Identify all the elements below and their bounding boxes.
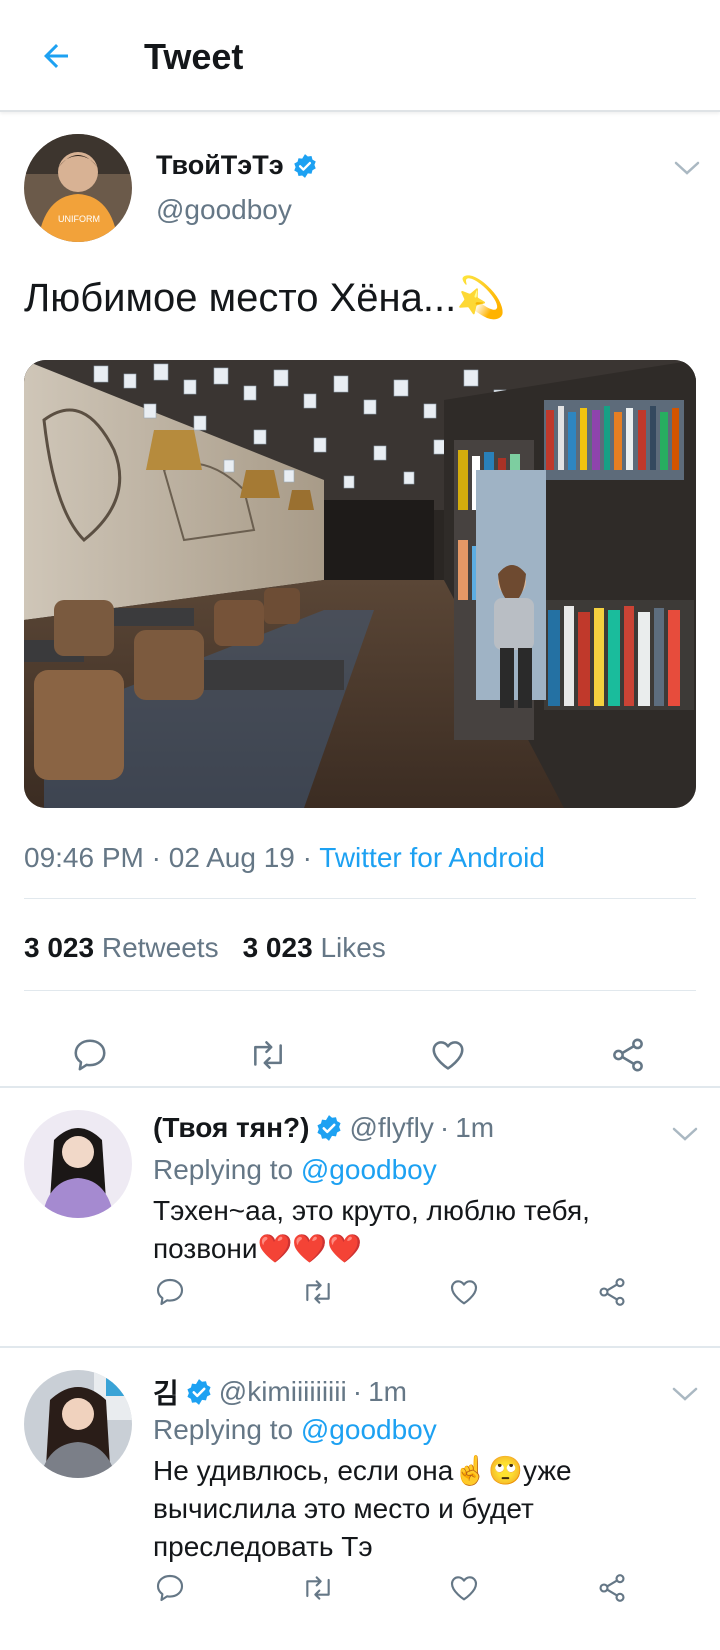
reply-author-name[interactable]: 김 [153,1372,179,1412]
chevron-down-icon[interactable] [670,1124,700,1144]
reply-avatar[interactable] [24,1370,132,1478]
divider [24,990,696,991]
reply-actions [0,1560,720,1616]
comment-icon [74,1039,106,1071]
share-button[interactable] [598,1020,658,1090]
reply-text: Не удивлюсь, если она☝️🙄уже вычислила эт… [153,1455,572,1562]
tweet-time: 09:46 PM [24,842,144,873]
share-icon [613,1038,643,1072]
reply-header: 김 @kimiiiiiiiii · 1m [153,1372,407,1412]
tweet-stats: 3 023 Retweets 3 023 Likes [24,932,386,964]
tweet-text: Любимое место Хёна...💫 [24,276,506,320]
reply-avatar[interactable] [24,1110,132,1218]
retweet-icon [254,1041,282,1069]
meta-separator: · [151,842,169,873]
heart-icon [432,1041,464,1070]
heart-icon [450,1576,478,1601]
meta-separator: · [352,1376,363,1407]
verified-badge-icon [293,153,316,178]
page-title: Tweet [144,36,244,77]
reply-time: 1m [368,1376,407,1407]
arrow-left-icon [44,44,68,68]
chevron-down-icon[interactable] [672,158,702,178]
share-icon [599,1278,625,1306]
author-handle[interactable]: @goodboy [156,194,292,226]
chevron-down-icon[interactable] [670,1384,700,1404]
heart-icon [450,1280,478,1305]
share-icon [599,1574,625,1602]
top-app-bar: Tweet [0,0,720,112]
retweet-icon [306,1280,330,1304]
mention-link[interactable]: @goodboy [301,1414,437,1445]
retweet-button[interactable] [238,1020,298,1090]
tweet-photo[interactable] [24,360,696,808]
retweets-stat[interactable]: 3 023 Retweets [24,932,219,964]
verified-badge-icon [187,1379,211,1405]
reply-time: 1m [455,1112,495,1143]
meta-separator: · [439,1112,450,1143]
back-button[interactable] [34,34,78,78]
comment-icon [156,1278,184,1306]
reply-author-name[interactable]: (Твоя тян?) [153,1112,309,1144]
like-button[interactable] [442,1264,486,1320]
tweet-date: 02 Aug 19 [168,842,295,873]
svg-text:UNIFORM: UNIFORM [58,214,100,224]
like-button[interactable] [442,1560,486,1616]
reply-header: (Твоя тян?) @flyfly · 1m [153,1112,494,1144]
mention-link[interactable]: @goodboy [301,1154,437,1185]
retweet-button[interactable] [296,1264,340,1320]
replying-to: Replying to @goodboy [153,1414,437,1445]
tweet-meta: 09:46 PM · 02 Aug 19 · Twitter for Andro… [24,842,545,874]
share-button[interactable] [590,1560,634,1616]
tweet-actions [0,1020,720,1090]
meta-separator: · [302,842,320,873]
reply-button[interactable] [148,1264,192,1320]
share-button[interactable] [590,1264,634,1320]
divider [24,898,696,899]
reply-button[interactable] [148,1560,192,1616]
tweet-source-link[interactable]: Twitter for Android [319,842,545,873]
author-avatar[interactable]: UNIFORM [24,134,132,242]
likes-stat[interactable]: 3 023 Likes [243,932,386,964]
reply-tweet[interactable]: (Твоя тян?) @flyfly · 1m Replying to @go… [0,1088,720,1346]
retweet-button[interactable] [296,1560,340,1616]
replying-to: Replying to @goodboy [153,1154,437,1185]
reply-tweet[interactable]: 김 @kimiiiiiiiii · 1m Replying to @goodbo… [0,1348,720,1644]
comment-icon [156,1574,184,1602]
reply-button[interactable] [60,1020,120,1090]
reply-actions [0,1264,720,1320]
reply-text: Тэхен~аа, это круто, люблю тебя, позвони… [153,1195,590,1264]
reply-author-handle[interactable]: @kimiiiiiiiii [219,1376,347,1408]
author-name[interactable]: ТвойТэТэ [156,150,318,181]
verified-badge-icon [317,1115,342,1141]
reply-author-handle[interactable]: @flyfly [349,1112,433,1144]
like-button[interactable] [418,1020,478,1090]
retweet-icon [306,1576,330,1600]
